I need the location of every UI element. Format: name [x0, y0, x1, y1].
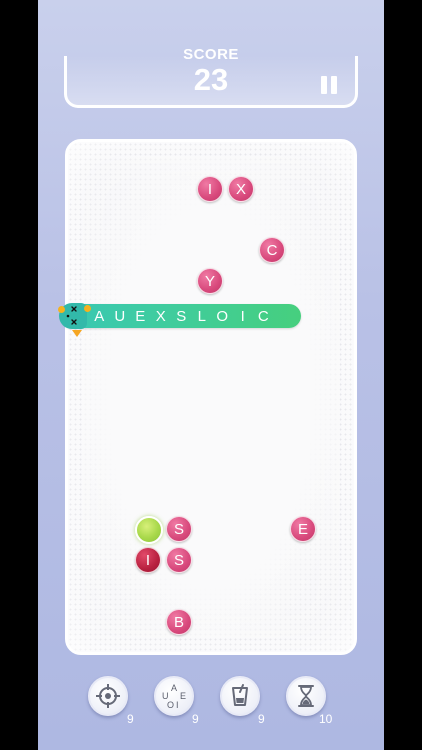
powerup-count: 9: [192, 712, 199, 726]
game-screen: SCORE 23: [38, 0, 384, 750]
vowel-glyph: A: [171, 683, 178, 693]
powerup-count: 9: [127, 712, 134, 726]
letter-ball: S: [166, 516, 192, 542]
vowels-icon: A U E O I: [159, 681, 189, 711]
letter-ball: C: [259, 237, 285, 263]
board-surface: [82, 156, 340, 638]
letter-ball: X: [228, 176, 254, 202]
score-label: SCORE: [183, 46, 239, 63]
letter-ball: I: [197, 176, 223, 202]
vowel-glyph: O: [167, 700, 175, 710]
powerup-vowels-button[interactable]: A U E O I: [154, 676, 194, 716]
cup-icon: [232, 684, 248, 706]
snake-letters: A U E X S L O I C: [89, 304, 274, 328]
snake-letter: O: [216, 307, 229, 325]
crosshair-icon: [96, 684, 120, 708]
snake-letter: I: [240, 307, 245, 325]
snake-letter: S: [176, 307, 187, 325]
vowel-glyph: E: [180, 691, 187, 701]
snake-letter: X: [155, 307, 166, 325]
powerup-count: 9: [258, 712, 265, 726]
game-board[interactable]: [65, 139, 357, 655]
pause-button[interactable]: [319, 76, 339, 96]
letter-ball: B: [166, 609, 192, 635]
direction-arrow-icon: [72, 330, 82, 337]
powerup-bar: 9 A U E O I 9 9 10: [0, 676, 422, 726]
powerup-count: 10: [319, 712, 333, 726]
powerup-crosshair-button[interactable]: [88, 676, 128, 716]
spark-icon: [58, 306, 65, 313]
powerup-hourglass-button[interactable]: [286, 676, 326, 716]
bonus-orb: [135, 516, 163, 544]
snake-letter: U: [114, 307, 126, 325]
pause-icon: [321, 76, 327, 94]
pause-icon-bar: [331, 76, 337, 94]
spark-icon: [84, 305, 91, 312]
letter-snake: A U E X S L O I C: [59, 303, 301, 329]
snake-letter: L: [197, 307, 206, 325]
letter-ball: S: [166, 547, 192, 573]
snake-letter: A: [94, 307, 105, 325]
snake-letter: C: [257, 307, 269, 325]
vowel-glyph: I: [176, 700, 179, 710]
letter-ball: E: [290, 516, 316, 542]
snake-letter: E: [135, 307, 146, 325]
powerup-cup-button[interactable]: [220, 676, 260, 716]
hourglass-icon: [298, 685, 314, 707]
letter-ball: Y: [197, 268, 223, 294]
letter-ball: I: [135, 547, 161, 573]
